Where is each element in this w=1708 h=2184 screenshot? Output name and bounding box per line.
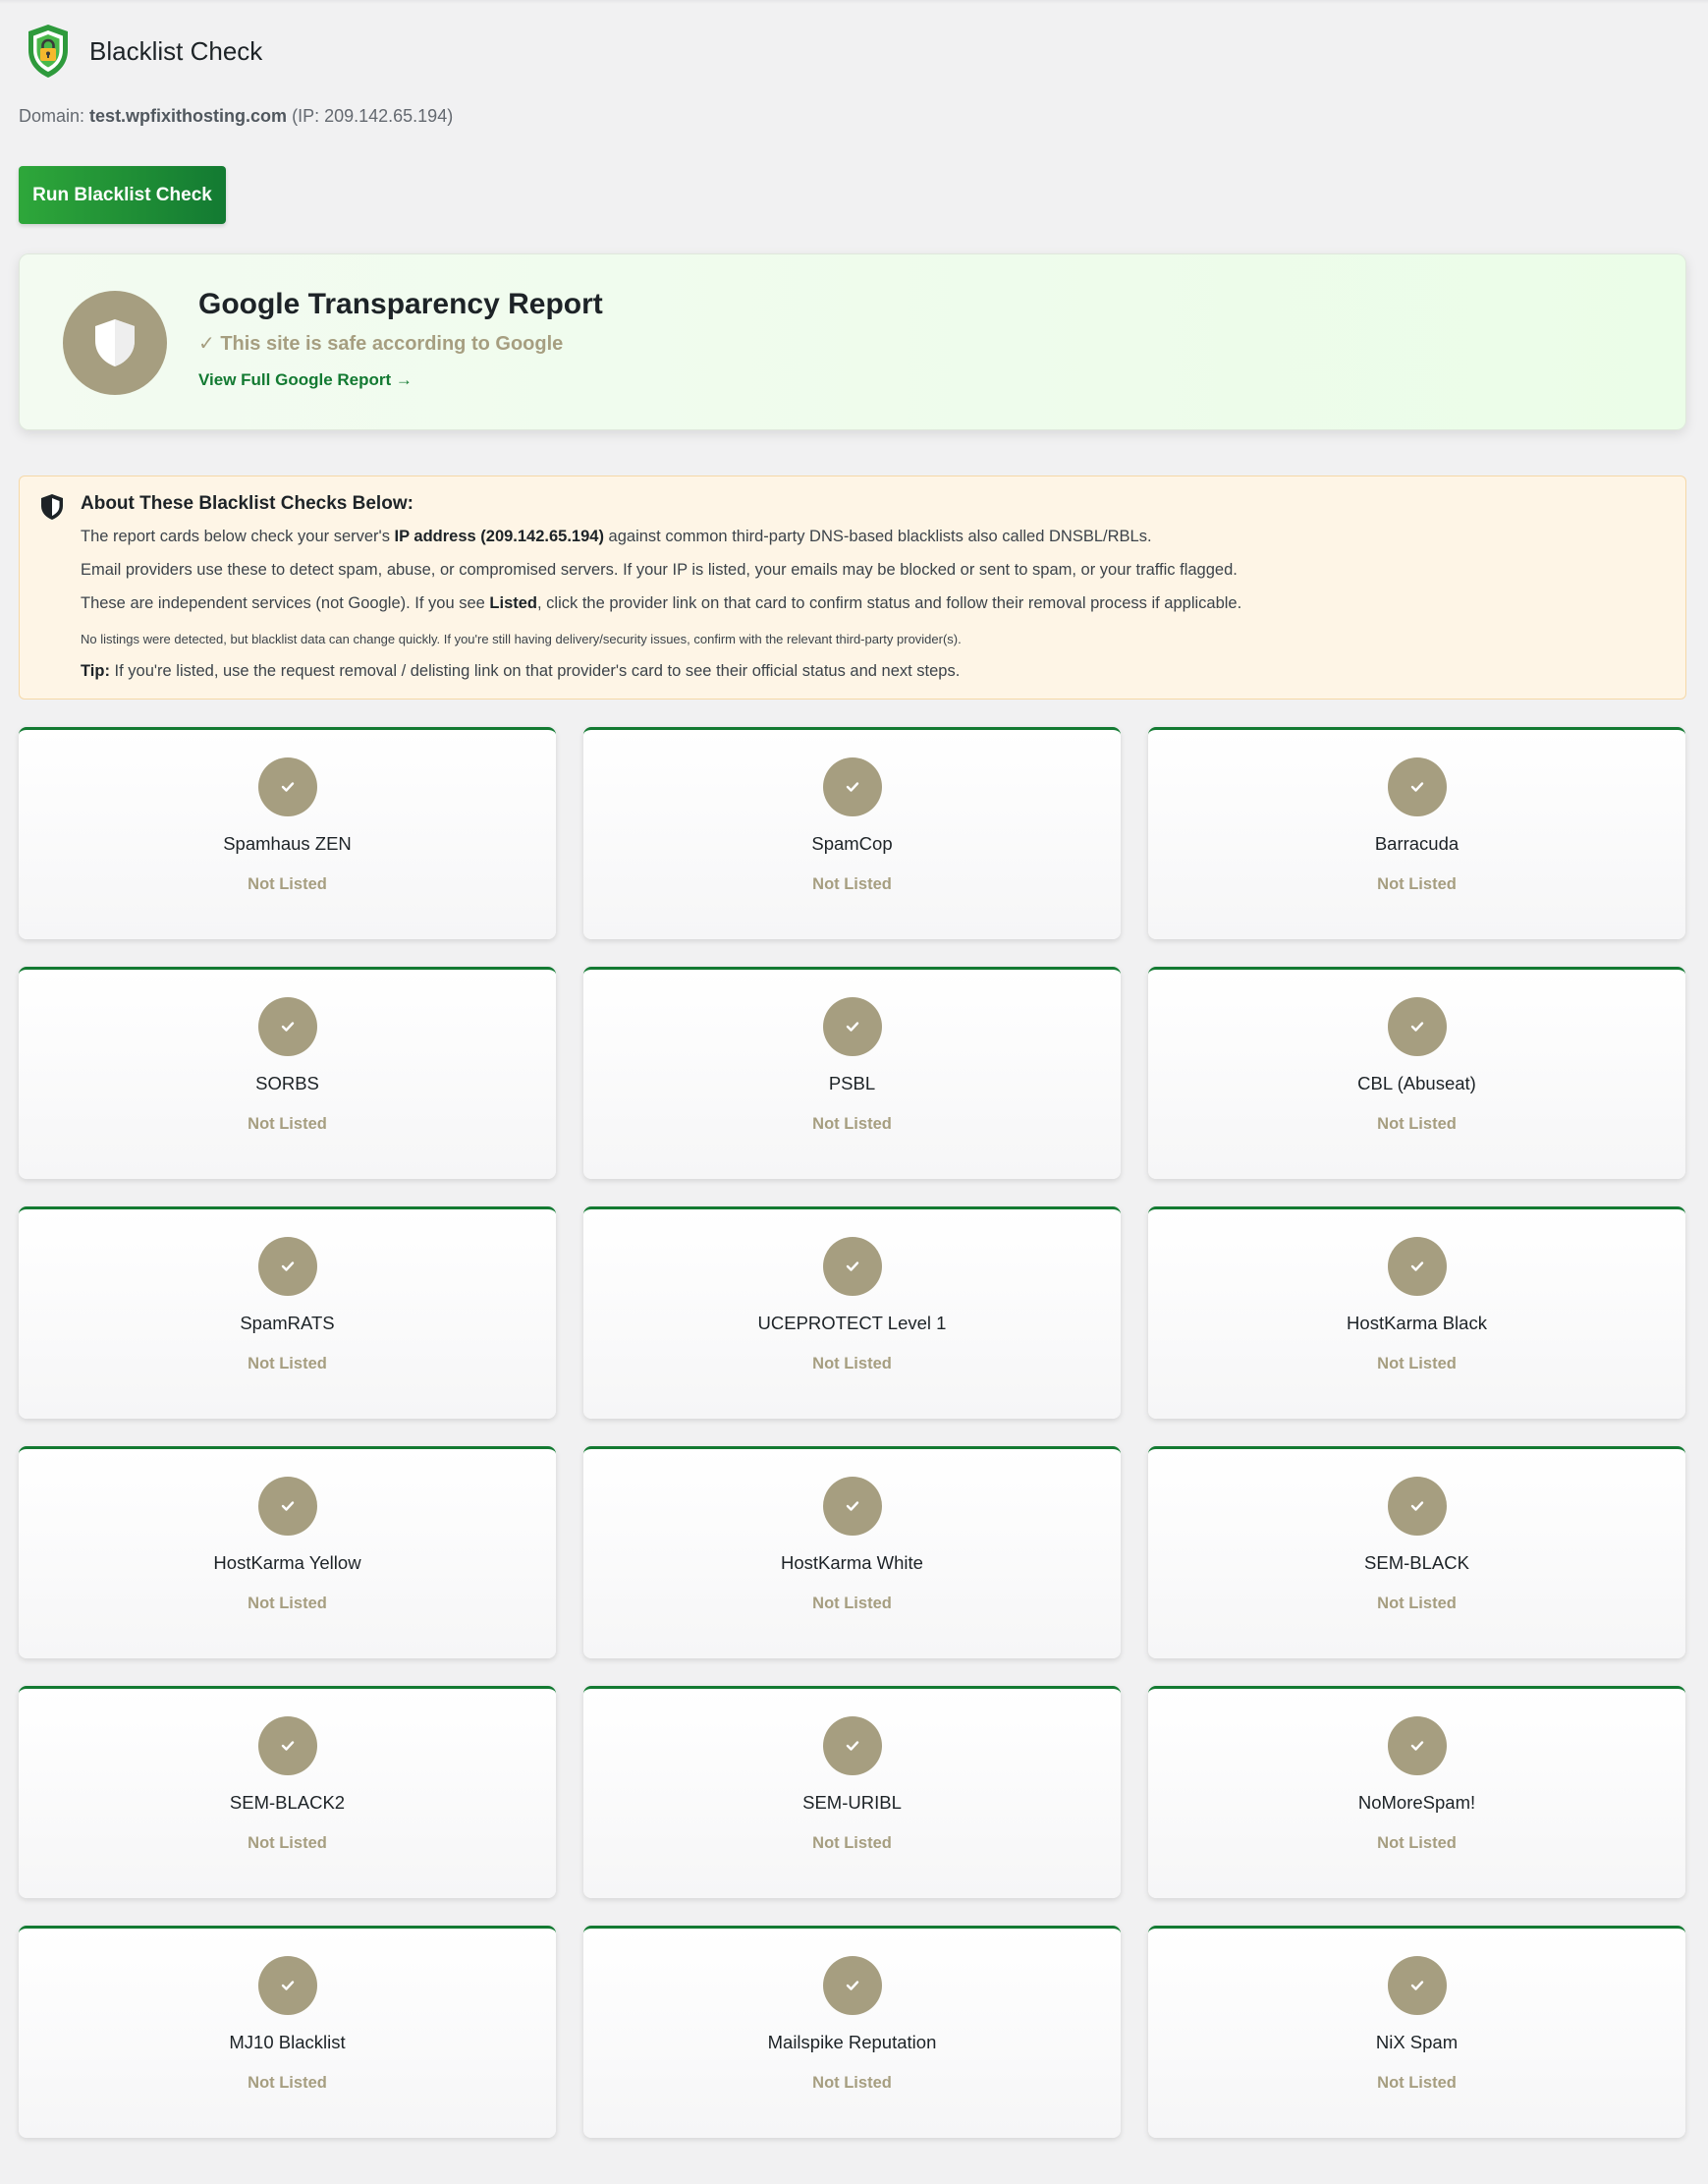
- provider-name: SEM-URIBL: [802, 1792, 902, 1813]
- domain-ip: (IP: 209.142.65.194): [292, 106, 454, 126]
- blacklist-card: SpamCop Not Listed: [583, 727, 1121, 939]
- google-report-title: Google Transparency Report: [198, 288, 603, 320]
- google-transparency-card: Google Transparency Report ✓ This site i…: [19, 253, 1686, 430]
- about-line-2: Email providers use these to detect spam…: [81, 561, 1238, 579]
- shield-lock-logo-icon: [28, 25, 68, 78]
- provider-name: SpamRATS: [240, 1313, 335, 1333]
- listing-status: Not Listed: [812, 1355, 892, 1372]
- listing-status: Not Listed: [1377, 2074, 1457, 2092]
- listing-status: Not Listed: [812, 1595, 892, 1612]
- check-icon: [1387, 1716, 1447, 1775]
- check-icon: [257, 1956, 317, 2015]
- check-icon: [257, 1716, 317, 1775]
- about-line-1: The report cards below check your server…: [81, 528, 1152, 545]
- run-blacklist-check-button[interactable]: Run Blacklist Check: [19, 166, 226, 224]
- listing-status: Not Listed: [1377, 1595, 1457, 1612]
- listing-status: Not Listed: [812, 1834, 892, 1852]
- provider-name: HostKarma Black: [1347, 1313, 1487, 1333]
- provider-name: Mailspike Reputation: [767, 2032, 937, 2052]
- provider-name: MJ10 Blacklist: [229, 2032, 346, 2052]
- about-blacklist-info-box: About These Blacklist Checks Below: The …: [19, 476, 1686, 700]
- blacklist-card: Mailspike Reputation Not Listed: [583, 1926, 1121, 2138]
- blacklist-card: NoMoreSpam! Not Listed: [1148, 1686, 1685, 1898]
- blacklist-card: HostKarma Black Not Listed: [1148, 1206, 1685, 1419]
- listing-status: Not Listed: [248, 2074, 327, 2092]
- listing-status: Not Listed: [248, 1834, 327, 1852]
- google-status-badge: [63, 291, 167, 395]
- provider-name: SEM-BLACK: [1364, 1552, 1469, 1573]
- blacklist-card: PSBL Not Listed: [583, 967, 1121, 1179]
- listing-status: Not Listed: [812, 1115, 892, 1133]
- about-note: No listings were detected, but blacklist…: [81, 632, 962, 646]
- page-header: Blacklist Check: [25, 22, 262, 81]
- check-icon: [257, 1237, 317, 1296]
- check-icon: [822, 1237, 882, 1296]
- about-line-3: These are independent services (not Goog…: [81, 594, 1242, 612]
- listing-status: Not Listed: [248, 1355, 327, 1372]
- provider-name: NoMoreSpam!: [1357, 1792, 1476, 1813]
- listing-status: Not Listed: [1377, 1834, 1457, 1852]
- provider-name: UCEPROTECT Level 1: [757, 1313, 947, 1333]
- shield-icon: [41, 494, 63, 520]
- blacklist-card-grid: Spamhaus ZEN Not Listed SpamCop Not Listed…: [19, 727, 1686, 2138]
- provider-name: SEM-BLACK2: [229, 1792, 346, 1813]
- blacklist-card: SEM-BLACK Not Listed: [1148, 1446, 1685, 1658]
- blacklist-card: SEM-BLACK2 Not Listed: [19, 1686, 556, 1898]
- blacklist-card: MJ10 Blacklist Not Listed: [19, 1926, 556, 2138]
- check-icon: [822, 1716, 882, 1775]
- listing-status: Not Listed: [248, 1595, 327, 1612]
- blacklist-card: SEM-URIBL Not Listed: [583, 1686, 1121, 1898]
- listing-status: Not Listed: [1377, 875, 1457, 893]
- provider-name: HostKarma Yellow: [213, 1552, 361, 1573]
- check-icon: [822, 1477, 882, 1536]
- blacklist-card: CBL (Abuseat) Not Listed: [1148, 967, 1685, 1179]
- check-icon: [822, 757, 882, 816]
- blacklist-card: Spamhaus ZEN Not Listed: [19, 727, 556, 939]
- provider-name: CBL (Abuseat): [1357, 1073, 1476, 1093]
- blacklist-card: UCEPROTECT Level 1 Not Listed: [583, 1206, 1121, 1419]
- google-report-status: ✓ This site is safe according to Google: [198, 333, 564, 355]
- check-icon: [822, 1956, 882, 2015]
- check-icon: [1387, 757, 1447, 816]
- check-icon: [257, 757, 317, 816]
- domain-name: test.wpfixithosting.com: [89, 106, 288, 126]
- provider-name: SpamCop: [811, 833, 893, 854]
- provider-name: PSBL: [828, 1073, 876, 1093]
- domain-info: Domain: test.wpfixithosting.com (IP: 209…: [19, 106, 453, 127]
- check-icon: [1387, 1956, 1447, 2015]
- blacklist-card: Barracuda Not Listed: [1148, 727, 1685, 939]
- listing-status: Not Listed: [812, 875, 892, 893]
- check-icon: [1387, 997, 1447, 1056]
- provider-name: HostKarma White: [781, 1552, 923, 1573]
- page-title: Blacklist Check: [89, 35, 263, 66]
- check-icon: [1387, 1237, 1447, 1296]
- check-icon: [257, 1477, 317, 1536]
- listing-status: Not Listed: [1377, 1115, 1457, 1133]
- listing-status: Not Listed: [812, 2074, 892, 2092]
- provider-name: NiX Spam: [1375, 2032, 1459, 2052]
- about-tip: Tip: If you're listed, use the request r…: [81, 662, 961, 680]
- about-title: About These Blacklist Checks Below:: [81, 493, 413, 514]
- view-google-report-link[interactable]: View Full Google Report →: [198, 370, 413, 390]
- provider-name: SORBS: [255, 1073, 319, 1093]
- blacklist-card: SORBS Not Listed: [19, 967, 556, 1179]
- top-edge: [0, 0, 1708, 4]
- check-icon: [822, 997, 882, 1056]
- blacklist-card: HostKarma Yellow Not Listed: [19, 1446, 556, 1658]
- listing-status: Not Listed: [248, 1115, 327, 1133]
- provider-name: Spamhaus ZEN: [223, 833, 352, 854]
- listing-status: Not Listed: [248, 875, 327, 893]
- shield-icon: [95, 319, 135, 366]
- check-icon: [1387, 1477, 1447, 1536]
- domain-label: Domain:: [19, 106, 85, 126]
- blacklist-card: SpamRATS Not Listed: [19, 1206, 556, 1419]
- blacklist-card: HostKarma White Not Listed: [583, 1446, 1121, 1658]
- blacklist-card: NiX Spam Not Listed: [1148, 1926, 1685, 2138]
- listing-status: Not Listed: [1377, 1355, 1457, 1372]
- provider-name: Barracuda: [1374, 833, 1460, 854]
- check-icon: [257, 997, 317, 1056]
